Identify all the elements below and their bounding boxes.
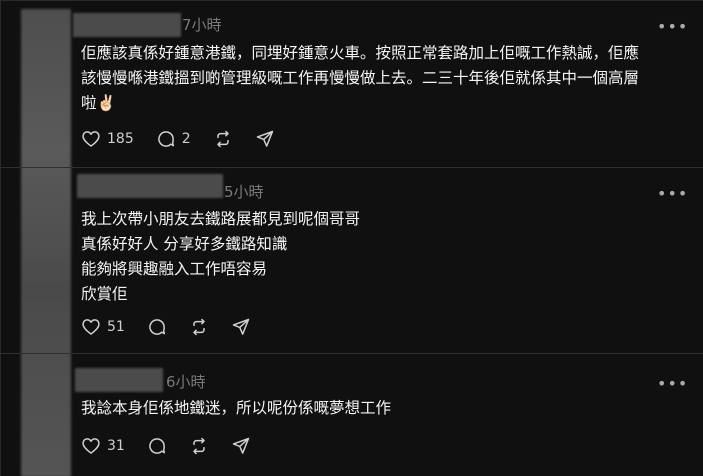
- repost-icon: [216, 130, 229, 148]
- post-text: 佢應該真係好鍾意港鐵，同埋好鍾意火車。按照正常套路加上佢嘅工作熱誠，佢應 該慢慢…: [81, 44, 640, 112]
- repost-icon: [193, 318, 205, 336]
- like-count: 185: [107, 131, 134, 147]
- share-icon: [232, 437, 250, 454]
- thread-replies: 7小時 ••• 佢應該真係好鍾意港鐵，同埋好鍾意火車。按照正常套路加上佢嘅工作熱…: [0, 0, 703, 476]
- like-count: 31: [107, 438, 125, 454]
- post-actions: 51: [81, 317, 273, 337]
- like-count: 51: [107, 319, 125, 335]
- repost-button[interactable]: [213, 129, 233, 149]
- more-icon[interactable]: •••: [657, 19, 688, 35]
- post-time: 6小時: [166, 373, 206, 391]
- post-time: 5小時: [224, 183, 264, 201]
- reply-button[interactable]: 2: [156, 129, 191, 149]
- post-actions: 31: [81, 436, 273, 456]
- heart-icon: [82, 438, 100, 454]
- post-text: 我諗本身佢係地鐵迷，￼所以呢份係嘅夢想工作: [81, 399, 392, 417]
- reply-count: 2: [181, 131, 191, 147]
- comment-icon: [157, 131, 174, 147]
- blurred-username[interactable]: [77, 174, 223, 198]
- reply-post: 5小時 ••• 我上次帶小朋友去鐵路展都見到呢個哥哥 真係好好人 分享好多鐵路知…: [1, 168, 703, 353]
- comment-icon: [149, 438, 165, 454]
- share-button[interactable]: [255, 129, 275, 149]
- reply-post: 6小時 ••• 我諗本身佢係地鐵迷，￼所以呢份係嘅夢想工作 31: [1, 354, 703, 476]
- share-icon: [232, 318, 250, 335]
- like-button[interactable]: 185: [81, 129, 134, 149]
- reply-post: 7小時 ••• 佢應該真係好鍾意港鐵，同埋好鍾意火車。按照正常套路加上佢嘅工作熱…: [1, 1, 703, 167]
- share-button[interactable]: [231, 436, 251, 456]
- post-actions: 185 2: [81, 129, 297, 149]
- heart-icon: [82, 319, 100, 335]
- reply-button[interactable]: [147, 436, 167, 456]
- repost-icon: [193, 437, 205, 455]
- like-button[interactable]: 31: [81, 436, 125, 456]
- reply-button[interactable]: [147, 317, 167, 337]
- like-button[interactable]: 51: [81, 317, 125, 337]
- post-text: 我上次帶小朋友去鐵路展都見到呢個哥哥 真係好好人 分享好多鐵路知識 能夠將興趣融…: [81, 210, 361, 303]
- blurred-username[interactable]: [75, 368, 163, 392]
- more-icon[interactable]: •••: [657, 376, 688, 392]
- comment-icon: [149, 319, 165, 335]
- repost-button[interactable]: [189, 436, 209, 456]
- more-icon[interactable]: •••: [657, 186, 688, 202]
- repost-button[interactable]: [189, 317, 209, 337]
- blurred-username[interactable]: [73, 13, 181, 37]
- post-time: 7小時: [182, 16, 222, 34]
- heart-icon: [82, 131, 100, 147]
- share-button[interactable]: [231, 317, 251, 337]
- share-icon: [256, 130, 273, 147]
